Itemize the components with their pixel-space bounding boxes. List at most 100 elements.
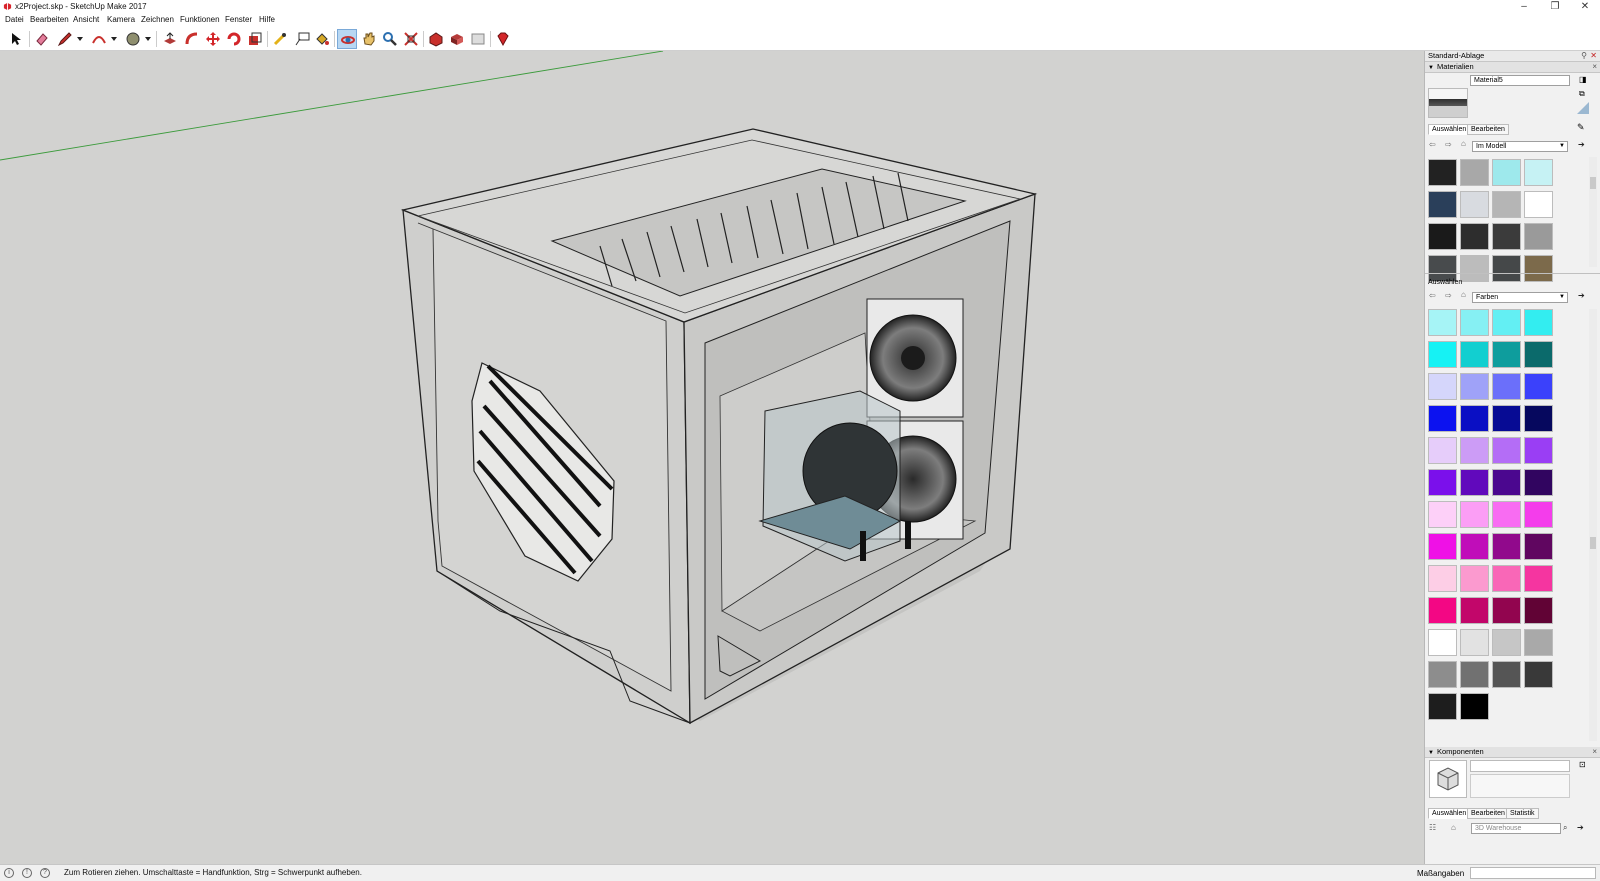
color-swatch[interactable]: [1492, 437, 1521, 464]
color-swatch[interactable]: [1428, 437, 1457, 464]
materials-panel-header[interactable]: ▼ Materialien ×: [1425, 62, 1600, 73]
push-pull-tool-button[interactable]: [160, 29, 180, 49]
model-material-swatch[interactable]: [1524, 255, 1553, 282]
color-swatch[interactable]: [1428, 661, 1457, 688]
pan-tool-button[interactable]: [359, 29, 379, 49]
tray-close-icon[interactable]: ✕: [1590, 51, 1597, 61]
color-swatch[interactable]: [1460, 629, 1489, 656]
model-material-swatch[interactable]: [1428, 191, 1457, 218]
color-swatch[interactable]: [1524, 373, 1553, 400]
arc-dropdown-chevron-icon[interactable]: [111, 37, 117, 41]
menu-datei[interactable]: Datei: [5, 15, 24, 24]
model-viewport[interactable]: [0, 50, 1424, 864]
back-arrow-icon[interactable]: ⇦: [1429, 140, 1436, 149]
pin-icon[interactable]: ⚲: [1581, 51, 1587, 61]
color-swatch[interactable]: [1492, 469, 1521, 496]
model-material-swatch[interactable]: [1492, 255, 1521, 282]
tape-measure-tool-button[interactable]: [270, 29, 290, 49]
color-swatch[interactable]: [1492, 661, 1521, 688]
color-swatch[interactable]: [1492, 597, 1521, 624]
menu-fenster[interactable]: Fenster: [225, 15, 252, 24]
view-options-icon[interactable]: ☷: [1429, 823, 1436, 832]
text-tool-button[interactable]: [292, 29, 312, 49]
follow-me-tool-button[interactable]: [182, 29, 202, 49]
components-tab-select[interactable]: Auswählen: [1428, 808, 1471, 819]
3d-warehouse-button[interactable]: [426, 29, 446, 49]
zoom-extents-tool-button[interactable]: [401, 29, 421, 49]
default-material-icon[interactable]: [1577, 102, 1589, 114]
color-swatch[interactable]: [1460, 373, 1489, 400]
color-swatch[interactable]: [1524, 629, 1553, 656]
line-tool-button[interactable]: [55, 29, 75, 49]
color-swatch[interactable]: [1460, 661, 1489, 688]
orbit-tool-button[interactable]: [337, 29, 357, 49]
warehouse-search-input[interactable]: 3D Warehouse: [1471, 823, 1561, 834]
menu-hilfe[interactable]: Hilfe: [259, 15, 275, 24]
credits-icon[interactable]: !: [22, 868, 32, 878]
home-icon[interactable]: ⌂: [1461, 139, 1466, 148]
model-scene[interactable]: [0, 50, 1424, 864]
color-grid-scrollbar[interactable]: [1589, 309, 1597, 741]
model-material-swatch[interactable]: [1524, 223, 1553, 250]
model-material-swatch[interactable]: [1492, 191, 1521, 218]
color-swatch[interactable]: [1460, 437, 1489, 464]
select-tool-button[interactable]: [6, 29, 26, 49]
color-swatch[interactable]: [1460, 469, 1489, 496]
user-account-icon[interactable]: ?: [40, 868, 50, 878]
model-material-swatch[interactable]: [1460, 255, 1489, 282]
color-swatch[interactable]: [1524, 661, 1553, 688]
color-swatch[interactable]: [1428, 341, 1457, 368]
color-swatch[interactable]: [1428, 597, 1457, 624]
color-swatch[interactable]: [1428, 309, 1457, 336]
model-material-swatch[interactable]: [1460, 159, 1489, 186]
color-swatch[interactable]: [1524, 565, 1553, 592]
menu-kamera[interactable]: Kamera: [107, 15, 135, 24]
menu-ansicht[interactable]: Ansicht: [73, 15, 99, 24]
close-button[interactable]: ✕: [1571, 0, 1599, 14]
color-swatch[interactable]: [1428, 693, 1457, 720]
components-tab-edit[interactable]: Bearbeiten: [1467, 808, 1509, 819]
color-swatch[interactable]: [1460, 533, 1489, 560]
secondary-home-icon[interactable]: ⌂: [1461, 290, 1466, 299]
eyedropper-icon[interactable]: ✎: [1577, 122, 1585, 133]
color-swatch[interactable]: [1492, 533, 1521, 560]
menu-bearbeiten[interactable]: Bearbeiten: [30, 15, 69, 24]
measurements-input[interactable]: [1470, 867, 1596, 879]
sample-paint-icon[interactable]: ◨: [1579, 75, 1587, 84]
menu-zeichnen[interactable]: Zeichnen: [141, 15, 174, 24]
model-material-swatch[interactable]: [1460, 223, 1489, 250]
materials-close-icon[interactable]: ×: [1592, 62, 1597, 72]
color-swatch[interactable]: [1460, 693, 1489, 720]
secondary-back-arrow-icon[interactable]: ⇦: [1429, 291, 1436, 300]
forward-arrow-icon[interactable]: ⇨: [1445, 140, 1452, 149]
color-swatch[interactable]: [1428, 629, 1457, 656]
materials-tab-select[interactable]: Auswählen: [1428, 124, 1471, 135]
color-swatch[interactable]: [1428, 533, 1457, 560]
line-dropdown-chevron-icon[interactable]: [77, 37, 83, 41]
details-arrow-icon[interactable]: ➔: [1578, 140, 1585, 149]
color-swatch[interactable]: [1524, 501, 1553, 528]
model-material-swatch[interactable]: [1428, 159, 1457, 186]
color-swatch[interactable]: [1524, 469, 1553, 496]
rotate-tool-button[interactable]: [224, 29, 244, 49]
component-name-field[interactable]: [1470, 760, 1570, 772]
components-close-icon[interactable]: ×: [1592, 747, 1597, 757]
paint-bucket-tool-button[interactable]: [312, 29, 332, 49]
minimize-button[interactable]: –: [1510, 0, 1538, 14]
model-material-swatch[interactable]: [1524, 191, 1553, 218]
color-swatch[interactable]: [1428, 373, 1457, 400]
model-material-swatch[interactable]: [1428, 223, 1457, 250]
secondary-details-arrow-icon[interactable]: ➔: [1578, 291, 1585, 300]
colors-library-select[interactable]: Farben ▼: [1472, 292, 1568, 303]
color-swatch[interactable]: [1524, 437, 1553, 464]
components-details-arrow-icon[interactable]: ➔: [1577, 823, 1584, 832]
color-swatch[interactable]: [1428, 501, 1457, 528]
color-swatch[interactable]: [1460, 501, 1489, 528]
color-swatch[interactable]: [1492, 405, 1521, 432]
color-swatch[interactable]: [1492, 373, 1521, 400]
material-grid-scrollbar[interactable]: [1589, 157, 1597, 267]
color-swatch[interactable]: [1524, 533, 1553, 560]
model-material-swatch[interactable]: [1492, 223, 1521, 250]
maximize-button[interactable]: ❐: [1541, 0, 1569, 14]
color-swatch[interactable]: [1492, 565, 1521, 592]
